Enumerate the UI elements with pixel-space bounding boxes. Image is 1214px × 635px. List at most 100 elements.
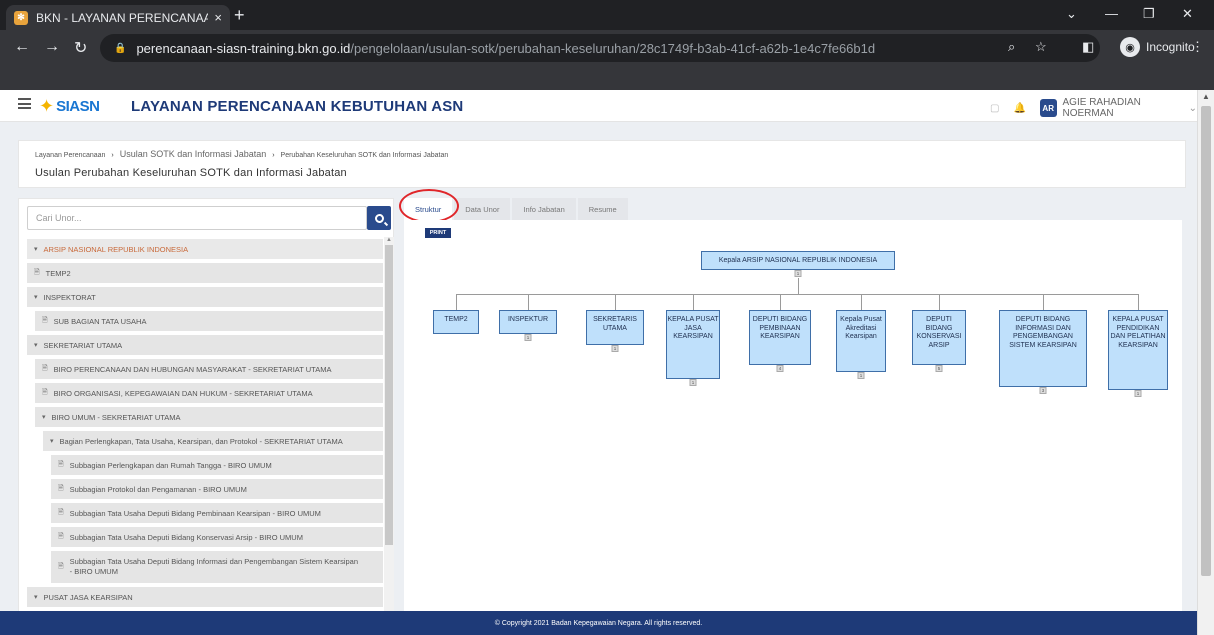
- tree-scroll-thumb[interactable]: [385, 245, 393, 545]
- tree-node[interactable]: 🗎 TEMP2: [27, 263, 383, 283]
- org-connector: [615, 294, 616, 310]
- print-button[interactable]: PRINT: [425, 228, 451, 238]
- document-icon: 🗎: [58, 563, 64, 570]
- document-icon: 🗎: [58, 484, 64, 492]
- reload-icon[interactable]: ↻: [74, 38, 87, 58]
- org-unit-box[interactable]: SEKRETARIS UTAMA 1: [586, 310, 644, 352]
- incognito-indicator[interactable]: ◉ Incognito: [1120, 37, 1195, 57]
- tree-node[interactable]: ▾ INSPEKTORAT: [27, 287, 383, 307]
- caret-down-icon: ▾: [34, 246, 38, 253]
- back-arrow-icon[interactable]: ←: [14, 38, 30, 56]
- org-box-label: Kepala ARSIP NASIONAL REPUBLIK INDONESIA: [718, 257, 878, 264]
- browser-menu-icon[interactable]: ⋮: [1191, 39, 1204, 55]
- tree-node-label: PUSAT JASA KEARSIPAN: [43, 592, 133, 602]
- org-connector: [798, 278, 799, 294]
- org-count-badge: 1: [611, 345, 619, 352]
- tree-scrollbar[interactable]: ▲: [384, 237, 394, 635]
- tab-search-icon[interactable]: ⌄: [1066, 6, 1077, 22]
- org-unit-box[interactable]: KEPALA PUSAT PENDIDIKAN DAN PELATIHAN KE…: [1108, 310, 1168, 397]
- org-unit-box[interactable]: Kepala Pusat Akreditasi Kearsipan 1: [836, 310, 886, 379]
- browser-tabstrip: ✻ BKN - LAYANAN PERENCANAAN × + ⌄ — ❐ ✕: [0, 0, 1214, 30]
- address-bar[interactable]: 🔒 perencanaan-siasn-training.bkn.go.id/p…: [100, 34, 1100, 62]
- tree-node-label: BIRO PERENCANAAN DAN HUBUNGAN MASYARAKAT…: [53, 364, 332, 374]
- tree-node-label: TEMP2: [45, 268, 71, 278]
- siasn-logo[interactable]: ✦ SIASN: [39, 94, 121, 118]
- tree-node[interactable]: ▾ BIRO UMUM - SEKRETARIAT UTAMA: [35, 407, 383, 427]
- tree-node-label: BIRO UMUM - SEKRETARIAT UTAMA: [51, 412, 181, 422]
- url-host: perencanaan-siasn-training.bkn.go.id: [136, 40, 351, 56]
- hamburger-menu-icon[interactable]: [18, 98, 31, 109]
- zoom-icon[interactable]: ⌕: [1008, 39, 1015, 55]
- document-icon: 🗎: [58, 508, 64, 516]
- caret-down-icon: ▾: [50, 438, 54, 445]
- org-root-box[interactable]: Kepala ARSIP NASIONAL REPUBLIK INDONESIA…: [701, 251, 895, 277]
- org-unit-box[interactable]: TEMP2: [433, 310, 479, 334]
- browser-tab[interactable]: ✻ BKN - LAYANAN PERENCANAAN ×: [6, 5, 230, 30]
- side-panel-icon[interactable]: ◧: [1082, 39, 1094, 55]
- tree-node-label: Subbagian Protokol dan Pengamanan - BIRO…: [69, 484, 247, 494]
- app-title: LAYANAN PERENCANAAN KEBUTUHAN ASN: [131, 98, 464, 115]
- caret-down-icon: ▾: [42, 414, 46, 421]
- tab-resume[interactable]: Resume: [577, 198, 628, 220]
- page-scroll-thumb[interactable]: [1201, 106, 1211, 576]
- unor-tree: ▾ ARSIP NASIONAL REPUBLIK INDONESIA 🗎 TEMP2…: [27, 239, 383, 635]
- org-count-badge: 1: [524, 334, 532, 341]
- org-unit-box[interactable]: DEPUTI BIDANG INFORMASI DAN PENGEMBANGAN…: [999, 310, 1087, 394]
- tree-node[interactable]: 🗎 SUB BAGIAN TATA USAHA: [35, 311, 383, 331]
- tree-node[interactable]: 🗎 Subbagian Protokol dan Pengamanan - BIR…: [51, 479, 383, 499]
- tree-node-label: Subbagian Tata Usaha Deputi Bidang Pembi…: [69, 508, 321, 518]
- grid-icon[interactable]: ▢: [990, 103, 999, 114]
- tree-node[interactable]: 🗎 Subbagian Perlengkapan dan Rumah Tangga…: [51, 455, 383, 475]
- maximize-button[interactable]: ❐: [1143, 6, 1155, 22]
- favicon-icon: ✻: [14, 10, 28, 25]
- org-unit-box[interactable]: INSPEKTUR 1: [499, 310, 557, 341]
- breadcrumb-item-usulan[interactable]: Usulan SOTK dan Informasi Jabatan: [120, 149, 267, 159]
- bookmark-star-icon[interactable]: ☆: [1035, 39, 1047, 55]
- tree-node-label: INSPEKTORAT: [43, 292, 96, 302]
- scroll-up-icon[interactable]: ▲: [1202, 92, 1210, 101]
- bell-icon[interactable]: 🔔: [1013, 103, 1025, 114]
- tree-node[interactable]: 🗎 Subbagian Tata Usaha Deputi Bidang Info…: [51, 551, 383, 583]
- tree-node-label: ARSIP NASIONAL REPUBLIK INDONESIA: [43, 244, 189, 254]
- window-close-button[interactable]: ✕: [1182, 6, 1193, 22]
- tree-node[interactable]: 🗎 BIRO PERENCANAAN DAN HUBUNGAN MASYARAKA…: [35, 359, 383, 379]
- breadcrumb-item-layanan[interactable]: Layanan Perencanaan: [35, 152, 105, 159]
- org-box-label: INSPEKTUR: [507, 316, 549, 323]
- logo-text: SIASN: [56, 97, 100, 115]
- tree-node[interactable]: ▾ Bagian Perlengkapan, Tata Usaha, Kearsi…: [43, 431, 383, 451]
- scroll-up-icon[interactable]: ▲: [386, 237, 392, 243]
- tree-node[interactable]: 🗎 Subbagian Tata Usaha Deputi Bidang Pemb…: [51, 503, 383, 523]
- breadcrumb-item-current: Perubahan Keseluruhan SOTK dan Informasi…: [280, 152, 449, 159]
- tree-node-label: Subbagian Perlengkapan dan Rumah Tangga …: [69, 460, 272, 470]
- search-input[interactable]: Cari Unor...: [27, 206, 367, 230]
- user-menu[interactable]: ▢ 🔔 AR AGIE RAHADIAN NOERMAN ⌄: [990, 97, 1197, 119]
- tab-close-icon[interactable]: ×: [214, 10, 222, 25]
- tree-node-label: SUB BAGIAN TATA USAHA: [53, 316, 147, 326]
- minimize-button[interactable]: —: [1105, 6, 1118, 21]
- tree-node[interactable]: 🗎 BIRO ORGANISASI, KEPEGAWAIAN DAN HUKUM …: [35, 383, 383, 403]
- search-button[interactable]: [367, 206, 391, 230]
- org-connector: [693, 294, 694, 310]
- org-unit-box[interactable]: DEPUTI BIDANG PEMBINAAN KEARSIPAN 4: [749, 310, 811, 372]
- org-unit-box[interactable]: KEPALA PUSAT JASA KEARSIPAN 1: [666, 310, 720, 386]
- tab-data-unor[interactable]: Data Unor: [454, 198, 511, 220]
- web-page: ✦ SIASN LAYANAN PERENCANAAN KEBUTUHAN AS…: [0, 90, 1197, 635]
- new-tab-button[interactable]: +: [234, 6, 245, 24]
- chevron-down-icon: ⌄: [1188, 102, 1197, 114]
- avatar: AR: [1039, 99, 1057, 117]
- org-connector: [780, 294, 781, 310]
- tree-node[interactable]: ▾ SEKRETARIAT UTAMA: [27, 335, 383, 355]
- page-scrollbar[interactable]: ▲: [1197, 90, 1214, 635]
- forward-arrow-icon[interactable]: →: [44, 38, 60, 56]
- org-box-label: DEPUTI BIDANG PEMBINAAN KEARSIPAN: [752, 316, 808, 340]
- tab-info-jabatan[interactable]: Info Jabatan: [512, 198, 576, 220]
- tree-node[interactable]: ▾ PUSAT JASA KEARSIPAN: [27, 587, 383, 607]
- org-unit-box[interactable]: DEPUTI BIDANG KONSERVASI ARSIP 5: [912, 310, 966, 372]
- org-count-badge: 5: [935, 365, 943, 372]
- app-header: ✦ SIASN LAYANAN PERENCANAAN KEBUTUHAN AS…: [0, 90, 1197, 122]
- org-connector: [1138, 294, 1139, 310]
- tree-node-label: Subbagian Tata Usaha Deputi Bidang Infor…: [69, 557, 359, 576]
- page-header-card: Layanan Perencanaan › Usulan SOTK dan In…: [18, 140, 1186, 188]
- tree-node[interactable]: ▾ ARSIP NASIONAL REPUBLIK INDONESIA: [27, 239, 383, 259]
- tree-node[interactable]: 🗎 Subbagian Tata Usaha Deputi Bidang Kons…: [51, 527, 383, 547]
